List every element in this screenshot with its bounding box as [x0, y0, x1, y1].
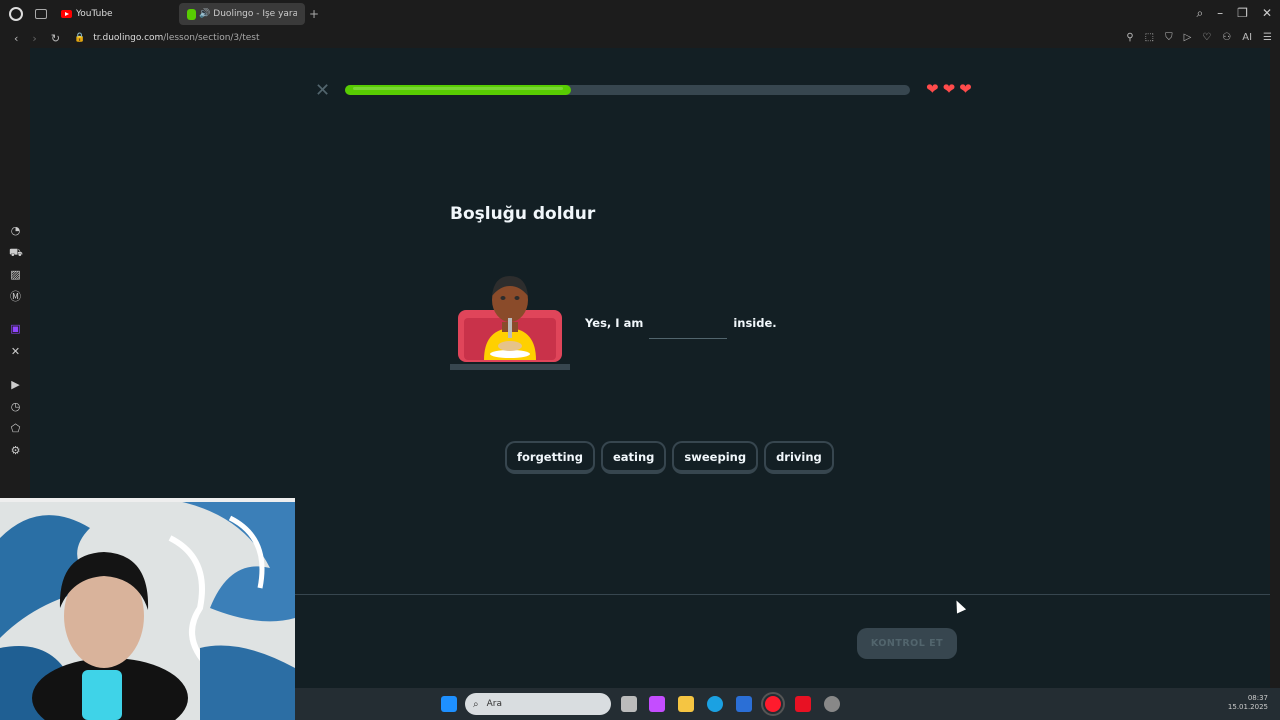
windows-start-icon[interactable] — [441, 696, 457, 712]
ai-button[interactable]: AI — [1242, 32, 1252, 43]
pin-icon[interactable]: ⚲ — [1126, 32, 1133, 43]
back-icon[interactable]: ‹ — [14, 32, 18, 45]
copilot-icon[interactable] — [649, 696, 665, 712]
address-bar: ‹ › ↻ 🔒 tr.duolingo.com/lesson/section/3… — [0, 28, 1280, 48]
shield-icon[interactable]: ⛉ — [1165, 32, 1173, 43]
forward-icon[interactable]: › — [32, 32, 36, 45]
page-title: Boşluğu doldur — [450, 204, 596, 224]
url-path: /lesson/section/3/test — [163, 33, 260, 43]
clock-time: 08:37 — [1247, 694, 1268, 702]
close-window-icon[interactable]: ✕ — [1262, 6, 1272, 21]
browser-tab-bar: YouTube 🔊 Duolingo - İşe yarayan + ⌕ – ❐… — [0, 0, 1280, 28]
lock-icon[interactable]: 🔒 — [74, 33, 85, 43]
search-icon: ⌕ — [473, 698, 479, 710]
heart-icon: ❤ — [942, 80, 956, 98]
heart-icon: ❤ — [959, 80, 972, 98]
new-tab-icon[interactable]: + — [309, 7, 319, 21]
settings-icon[interactable]: ⚙ — [9, 444, 22, 457]
speaker-icon[interactable]: 🔊 — [199, 9, 210, 19]
url-domain: tr.duolingo.com — [93, 33, 164, 43]
snapshot-icon[interactable]: ⬚ — [1145, 32, 1154, 43]
word-bank: forgetting eating sweeping driving — [505, 441, 834, 474]
word-option-forgetting[interactable]: forgetting — [505, 441, 595, 474]
hearts: ❤ ❤ ❤ — [926, 80, 972, 98]
task-view-icon[interactable] — [621, 696, 637, 712]
minimize-icon[interactable]: – — [1217, 6, 1223, 21]
address-bar-icons: ⚲ ⬚ ⛉ ▷ ♡ ⚇ AI ☰ — [1126, 32, 1272, 43]
messenger-icon[interactable]: Ⓜ — [9, 290, 22, 303]
sentence-start: Yes, I am — [585, 316, 644, 330]
window-controls: ⌕ – ❐ ✕ — [1196, 6, 1272, 21]
search-placeholder: Ara — [486, 699, 502, 709]
heart-icon[interactable]: ♡ — [1202, 32, 1211, 43]
tab-switcher-icon[interactable] — [35, 9, 47, 19]
reload-icon[interactable]: ↻ — [51, 32, 60, 45]
clock-date: 15.01.2025 — [1227, 703, 1268, 711]
twitch-icon[interactable]: ▣ — [9, 322, 22, 335]
progress-bar — [345, 85, 910, 95]
player-icon[interactable]: ▶ — [9, 378, 22, 391]
store-icon[interactable] — [736, 696, 752, 712]
sentence-end: inside. — [733, 316, 777, 330]
youtube-icon — [61, 10, 72, 18]
extensions-icon[interactable]: ⬠ — [9, 422, 22, 435]
steam-icon[interactable] — [824, 696, 840, 712]
crypto-wallet-icon[interactable]: ⛟ — [9, 246, 23, 259]
restore-icon[interactable]: ❐ — [1237, 6, 1248, 21]
opera-taskbar-icon[interactable] — [761, 692, 785, 716]
word-option-sweeping[interactable]: sweeping — [672, 441, 759, 474]
app-icon[interactable] — [795, 696, 811, 712]
opera-logo-icon[interactable] — [9, 7, 23, 21]
profile-icon[interactable]: ⚇ — [1222, 32, 1231, 43]
file-explorer-icon[interactable] — [678, 696, 694, 712]
word-option-eating[interactable]: eating — [600, 441, 667, 474]
history-icon[interactable]: ◷ — [9, 400, 22, 413]
answer-blank[interactable] — [649, 319, 728, 339]
x-icon[interactable]: ✕ — [9, 345, 22, 358]
footer-divider — [295, 594, 1270, 595]
system-tray[interactable]: 08:37 15.01.2025 — [1228, 694, 1268, 712]
easy-setup-icon[interactable]: ▨ — [9, 268, 22, 281]
check-button[interactable]: KONTROL ET — [857, 628, 957, 659]
windows-taskbar: ⌕ Ara 08:37 15.01.2025 — [295, 688, 1280, 720]
duolingo-icon — [187, 8, 197, 20]
taskbar-search[interactable]: ⌕ Ara — [465, 693, 611, 715]
heart-icon: ❤ — [926, 80, 939, 98]
sentence: Yes, I am inside. — [585, 313, 777, 339]
webcam-overlay — [0, 498, 295, 720]
word-option-driving[interactable]: driving — [764, 441, 834, 474]
tab-label: Duolingo - İşe yarayan — [213, 9, 297, 19]
menu-icon[interactable]: ☰ — [1263, 32, 1272, 43]
page-scrollbar[interactable] — [1270, 48, 1280, 688]
tab-label: YouTube — [76, 9, 113, 19]
close-lesson-icon[interactable]: ✕ — [315, 80, 330, 101]
character-illustration — [450, 274, 570, 370]
search-icon[interactable]: ⌕ — [1196, 6, 1203, 21]
progress-fill — [345, 85, 571, 95]
aria-icon[interactable]: ◔ — [9, 224, 22, 237]
play-icon[interactable]: ▷ — [1184, 32, 1192, 43]
edge-icon[interactable] — [707, 696, 723, 712]
url-field[interactable]: tr.duolingo.com/lesson/section/3/test — [93, 33, 259, 43]
tab-youtube[interactable]: YouTube — [53, 3, 173, 25]
tab-duolingo[interactable]: 🔊 Duolingo - İşe yarayan — [179, 3, 305, 25]
